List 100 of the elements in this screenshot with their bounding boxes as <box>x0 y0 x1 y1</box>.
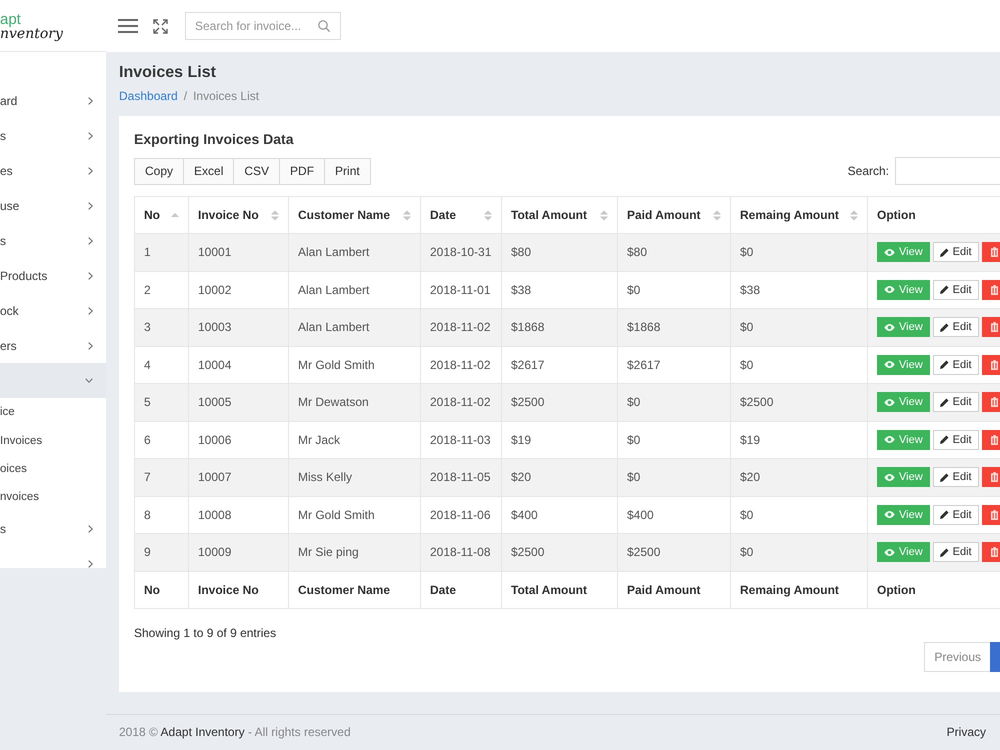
sort-icon <box>713 210 721 220</box>
table-cell: $20 <box>502 458 618 496</box>
edit-button[interactable]: Edit <box>932 317 979 338</box>
sidebar-item[interactable]: Products <box>0 258 106 293</box>
pencil-icon <box>940 435 949 444</box>
table-cell: $0 <box>730 234 868 271</box>
table-cell: 10009 <box>188 534 288 571</box>
edit-button[interactable]: Edit <box>932 280 979 300</box>
delete-button[interactable] <box>982 280 1000 300</box>
eye-icon <box>884 286 895 294</box>
edit-button[interactable]: Edit <box>932 430 979 450</box>
search-field[interactable]: Search for invoice... <box>185 12 341 40</box>
sidebar-item[interactable]: es <box>0 153 106 188</box>
table-cell: 1 <box>134 234 188 271</box>
page-title: Invoices List <box>119 63 217 83</box>
delete-button[interactable] <box>982 317 1000 338</box>
column-header[interactable]: Invoice No <box>188 196 288 234</box>
column-header[interactable]: No <box>134 196 188 234</box>
table-cell: 10003 <box>188 308 288 346</box>
trash-icon <box>990 247 998 258</box>
trash-icon <box>990 322 998 332</box>
table-cell: 10005 <box>188 384 288 421</box>
column-header[interactable]: Date <box>420 196 502 234</box>
column-footer: Remaing Amount <box>730 571 868 608</box>
export-button[interactable]: Excel <box>183 158 234 184</box>
export-button[interactable]: Copy <box>134 158 184 184</box>
sidebar-item[interactable]: use <box>0 188 106 223</box>
sort-icon <box>271 210 279 220</box>
sidebar-item[interactable]: ock <box>0 293 106 328</box>
table-cell: $0 <box>618 458 730 496</box>
column-header[interactable]: Total Amount <box>502 196 618 234</box>
trash-icon <box>990 360 998 370</box>
table-cell: 2018-11-05 <box>420 458 502 496</box>
table-cell: $1868 <box>502 308 618 346</box>
table-cell: Alan Lambert <box>288 234 420 271</box>
trash-icon <box>990 472 998 482</box>
sidebar-subitem[interactable]: oices <box>0 454 106 484</box>
sidebar-item[interactable]: s <box>0 512 106 547</box>
edit-button[interactable]: Edit <box>932 467 979 488</box>
table-cell: 2018-10-31 <box>420 234 502 271</box>
table-cell: $2500 <box>502 384 618 421</box>
trash-icon <box>990 434 998 445</box>
pencil-icon <box>940 510 949 520</box>
table-cell: $1868 <box>618 308 730 346</box>
edit-button[interactable]: Edit <box>932 392 979 412</box>
edit-button[interactable]: Edit <box>932 242 979 262</box>
sidebar-item[interactable]: s <box>0 223 106 258</box>
sidebar-item[interactable]: ard <box>0 83 106 118</box>
footer-link[interactable]: Adapt Inventory <box>160 725 245 740</box>
delete-button[interactable] <box>982 430 1000 450</box>
delete-button[interactable] <box>982 242 1000 262</box>
pencil-icon <box>940 398 949 407</box>
sort-icon <box>850 210 858 220</box>
table-cell: $2500 <box>618 534 730 571</box>
column-header[interactable]: Customer Name <box>288 196 420 234</box>
table-cell: 7 <box>134 458 188 496</box>
export-button[interactable]: CSV <box>233 158 280 184</box>
delete-button[interactable] <box>982 354 1000 375</box>
card-title: Exporting Invoices Data <box>134 130 295 149</box>
pencil-icon <box>940 285 949 294</box>
sidebar-item[interactable]: s <box>0 118 106 153</box>
delete-button[interactable] <box>982 392 1000 412</box>
sidebar-subitem[interactable]: nvoices <box>0 483 106 512</box>
delete-button[interactable] <box>982 467 1000 488</box>
eye-icon <box>884 248 895 256</box>
table-cell: Alan Lambert <box>288 308 420 346</box>
breadcrumb-separator: / <box>184 88 188 104</box>
export-button[interactable]: Print <box>324 158 371 184</box>
table-cell: 2018-11-08 <box>420 534 502 571</box>
sidebar-subitem[interactable]: Invoices <box>0 426 106 455</box>
export-button[interactable]: PDF <box>279 158 326 184</box>
column-header[interactable]: Paid Amount <box>618 196 730 234</box>
pencil-icon <box>940 548 949 557</box>
search-icon <box>318 20 330 32</box>
expand-icon[interactable] <box>153 18 168 34</box>
trash-icon <box>990 284 998 295</box>
breadcrumb-current: Invoices List <box>193 88 260 104</box>
table-cell: 2018-11-02 <box>420 384 502 421</box>
delete-button[interactable] <box>982 504 1000 525</box>
trash-icon <box>990 510 998 520</box>
column-header[interactable]: Remaing Amount <box>730 196 868 234</box>
edit-button[interactable]: Edit <box>932 542 979 562</box>
sidebar-item[interactable]: ers <box>0 328 106 363</box>
edit-button[interactable]: Edit <box>932 354 979 375</box>
privacy-link[interactable]: Privacy <box>946 725 986 740</box>
trash-icon <box>990 547 998 558</box>
table-cell: $0 <box>730 534 868 571</box>
eye-icon <box>884 511 895 518</box>
table-cell: Mr Sie ping <box>288 534 420 571</box>
delete-button[interactable] <box>982 542 1000 562</box>
column-footer: Invoice No <box>188 571 288 608</box>
edit-button[interactable]: Edit <box>932 504 979 525</box>
sidebar-subitem[interactable]: ice <box>0 398 106 426</box>
menu-icon[interactable] <box>118 19 138 33</box>
table-cell: $0 <box>618 384 730 421</box>
sort-ascending-icon <box>171 213 179 217</box>
table-cell: Mr Dewatson <box>288 384 420 421</box>
pencil-icon <box>940 322 949 332</box>
eye-icon <box>884 398 895 406</box>
table-cell: 5 <box>134 384 188 421</box>
